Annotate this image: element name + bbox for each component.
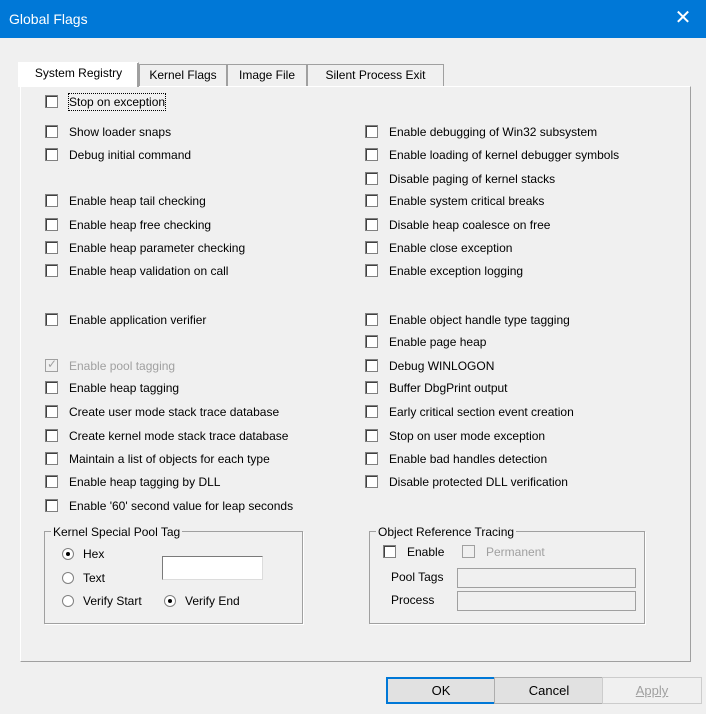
checkbox-box[interactable] (45, 429, 58, 442)
checkbox-box[interactable] (45, 405, 58, 418)
hex-label: Hex (83, 547, 105, 561)
checkbox-label: Create user mode stack trace database (69, 405, 280, 419)
checkbox-box[interactable] (45, 475, 58, 488)
checkbox-label: Debug WINLOGON (389, 359, 495, 373)
checkbox-box[interactable] (365, 218, 378, 231)
checkbox-box[interactable] (45, 313, 58, 326)
close-icon[interactable]: ✕ (660, 0, 706, 38)
verify-start-radio[interactable] (62, 595, 74, 607)
checkbox-box-disabled (462, 545, 475, 558)
verify-end-label: Verify End (185, 594, 240, 608)
checkbox-box[interactable] (45, 194, 58, 207)
checkbox-box[interactable] (365, 264, 378, 277)
ok-button[interactable]: OK (386, 677, 496, 704)
process-input (457, 591, 636, 611)
checkbox-box[interactable] (45, 218, 58, 231)
checkbox-label: Enable '60' second value for leap second… (69, 499, 294, 513)
process-label: Process (391, 593, 435, 607)
checkbox-label: Enable heap validation on call (69, 264, 229, 278)
checkbox-box[interactable] (383, 545, 396, 558)
checkbox-label: Maintain a list of objects for each type (69, 452, 270, 466)
tab-image-file[interactable]: Image File (227, 64, 307, 86)
checkbox-label: Early critical section event creation (389, 405, 574, 419)
checkbox-box[interactable] (365, 452, 378, 465)
checkbox-label: Disable protected DLL verification (389, 475, 568, 489)
checkbox-label: Show loader snaps (69, 125, 172, 139)
checkbox-box[interactable] (365, 335, 378, 348)
checkbox-box[interactable] (45, 95, 58, 108)
checkbox-box[interactable] (365, 429, 378, 442)
checkbox-label: Enable heap tagging by DLL (69, 475, 221, 489)
checkbox-label: Create kernel mode stack trace database (69, 429, 289, 443)
checkbox-box[interactable] (45, 125, 58, 138)
checkbox-label: Permanent (486, 545, 545, 559)
hex-radio[interactable] (62, 548, 74, 560)
checkbox-label: Enable pool tagging (69, 359, 176, 373)
cancel-button[interactable]: Cancel (494, 677, 604, 704)
checkbox-label: Enable loading of kernel debugger symbol… (389, 148, 620, 162)
checkbox-box[interactable] (365, 148, 378, 161)
checkbox-label: Enable heap parameter checking (69, 241, 246, 255)
checkbox-label: Enable debugging of Win32 subsystem (389, 125, 598, 139)
checkbox-box[interactable] (45, 452, 58, 465)
checkbox-box[interactable] (45, 241, 58, 254)
checkbox-label: Disable heap coalesce on free (389, 218, 551, 232)
tab-silent-process-exit[interactable]: Silent Process Exit (307, 64, 444, 86)
checkbox-label: Enable heap tagging (69, 381, 180, 395)
checkbox-box[interactable] (45, 499, 58, 512)
checkbox-box[interactable] (365, 313, 378, 326)
checkbox-box[interactable] (365, 475, 378, 488)
checkbox-box[interactable] (365, 241, 378, 254)
checkbox-box[interactable] (45, 264, 58, 277)
checkbox-label: Enable exception logging (389, 264, 524, 278)
checkbox-label: Enable heap tail checking (69, 194, 206, 208)
checkbox-label: Enable (407, 545, 445, 559)
checkbox-box[interactable] (365, 172, 378, 185)
pool-tags-input (457, 568, 636, 588)
checkbox-label: Enable object handle type tagging (389, 313, 570, 327)
checkbox-box[interactable] (365, 125, 378, 138)
tab-system-registry[interactable]: System Registry (18, 62, 139, 87)
pool-tags-label: Pool Tags (391, 570, 444, 584)
checkbox-box[interactable] (365, 381, 378, 394)
checkbox-label: Enable close exception (389, 241, 513, 255)
checkbox-label: Enable heap free checking (69, 218, 212, 232)
checkbox-label: Enable application verifier (69, 313, 207, 327)
checkbox-label: Buffer DbgPrint output (389, 381, 508, 395)
checkbox-label: Enable bad handles detection (389, 452, 548, 466)
checkbox-label: Stop on user mode exception (389, 429, 546, 443)
checkbox-box-checked-disabled (45, 357, 58, 372)
tab-kernel-flags[interactable]: Kernel Flags (139, 64, 227, 86)
apply-button: Apply (602, 677, 702, 704)
group-title: Kernel Special Pool Tag (51, 524, 183, 540)
checkbox-label: Debug initial command (69, 148, 192, 162)
title-bar: Global Flags ✕ (0, 0, 706, 38)
verify-end-radio[interactable] (164, 595, 176, 607)
verify-start-label: Verify Start (83, 594, 142, 608)
checkbox-box[interactable] (45, 381, 58, 394)
text-label: Text (83, 571, 106, 585)
checkbox-label: Enable system critical breaks (389, 194, 545, 208)
checkbox-box[interactable] (365, 194, 378, 207)
checkbox-box[interactable] (45, 148, 58, 161)
checkbox-label: Enable page heap (389, 335, 487, 349)
checkbox-label: Stop on exception (67, 93, 167, 111)
window-title: Global Flags (9, 11, 88, 27)
text-radio[interactable] (62, 572, 74, 584)
pool-tag-input[interactable] (162, 556, 263, 580)
checkbox-box[interactable] (365, 405, 378, 418)
checkbox-label: Disable paging of kernel stacks (389, 172, 556, 186)
checkbox-box[interactable] (365, 359, 378, 372)
group-title: Object Reference Tracing (376, 524, 517, 540)
